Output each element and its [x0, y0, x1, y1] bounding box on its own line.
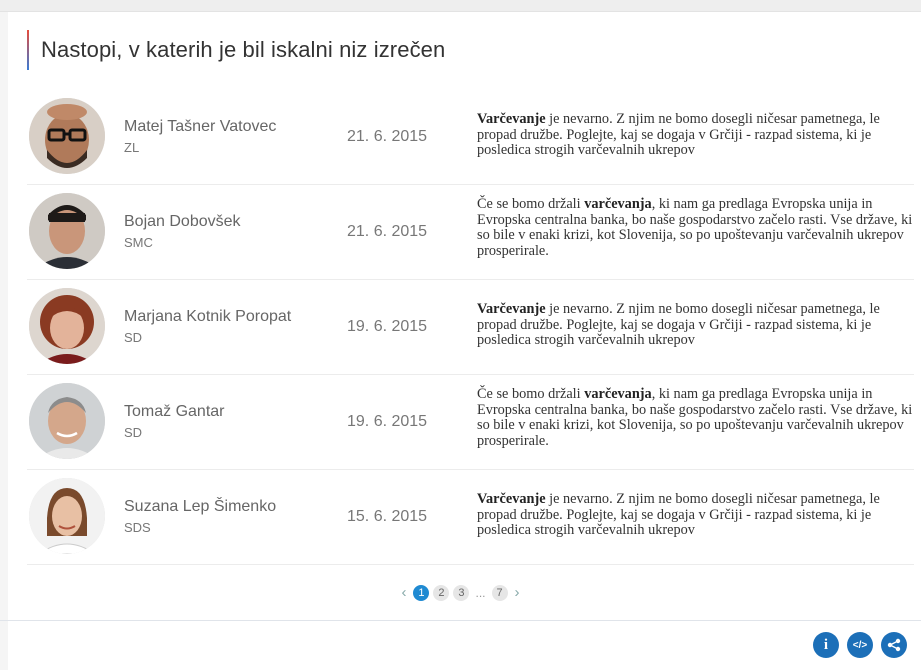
speech-list: Matej Tašner Vatovec ZL 21. 6. 2015 Varč…	[27, 90, 914, 565]
avatar[interactable]	[29, 98, 105, 174]
excerpt-pre: Če se bomo držali	[477, 386, 585, 402]
page-ellipsis: ...	[475, 585, 486, 600]
speech-date: 19. 6. 2015	[347, 318, 428, 335]
excerpt-highlight: varčevanja	[584, 196, 652, 212]
card-header: Nastopi, v katerih je bil iskalni niz iz…	[27, 30, 445, 70]
speaker-name[interactable]: Suzana Lep Šimenko	[124, 498, 276, 516]
speaker-name[interactable]: Matej Tašner Vatovec	[124, 118, 276, 136]
excerpt-highlight: Varčevanje	[477, 301, 546, 317]
avatar-photo	[29, 288, 105, 364]
speech-excerpt[interactable]: Varčevanje je nevarno. Z njim ne bomo do…	[477, 111, 914, 159]
avatar[interactable]	[29, 288, 105, 364]
card-title: Nastopi, v katerih je bil iskalni niz iz…	[41, 37, 446, 62]
speech-row[interactable]: Marjana Kotnik Poropat SD 19. 6. 2015 Va…	[27, 280, 914, 375]
excerpt-highlight: Varčevanje	[477, 491, 546, 507]
avatar-photo	[29, 193, 105, 269]
avatar[interactable]	[29, 193, 105, 269]
speaker-party: SMC	[124, 235, 153, 250]
excerpt-pre: Če se bomo držali	[477, 196, 585, 212]
speech-excerpt[interactable]: Varčevanje je nevarno. Z njim ne bomo do…	[477, 301, 914, 349]
embed-code-icon: </>	[852, 639, 868, 651]
prev-page-chevron-icon[interactable]: ‹	[398, 584, 409, 601]
page-button-3[interactable]: 3	[453, 584, 470, 601]
speech-row[interactable]: Suzana Lep Šimenko SDS 15. 6. 2015 Varče…	[27, 470, 914, 565]
speech-date: 15. 6. 2015	[347, 508, 428, 525]
speech-excerpt[interactable]: Če se bomo držali varčevanja, ki nam ga …	[477, 196, 914, 259]
avatar-photo	[29, 98, 105, 174]
pagination: ‹ 1 2 3 ... 7 ›	[0, 584, 921, 601]
footer-divider	[0, 620, 921, 621]
speaker-party: ZL	[124, 140, 140, 155]
embed-button[interactable]: </>	[847, 632, 873, 658]
avatar[interactable]	[29, 478, 105, 554]
card-actions: i </>	[813, 632, 907, 658]
speaker-party: SDS	[124, 520, 151, 535]
avatar-photo	[29, 383, 105, 459]
speech-date: 21. 6. 2015	[347, 128, 428, 145]
speaker-name[interactable]: Tomaž Gantar	[124, 403, 224, 421]
top-bar	[0, 0, 921, 12]
info-icon: i	[823, 636, 829, 653]
speech-row[interactable]: Matej Tašner Vatovec ZL 21. 6. 2015 Varč…	[27, 90, 914, 185]
speaker-name[interactable]: Marjana Kotnik Poropat	[124, 308, 291, 326]
speech-excerpt[interactable]: Varčevanje je nevarno. Z njim ne bomo do…	[477, 491, 914, 539]
excerpt-highlight: varčevanja	[584, 386, 652, 402]
speech-excerpt[interactable]: Če se bomo držali varčevanja, ki nam ga …	[477, 386, 914, 449]
next-page-chevron-icon[interactable]: ›	[512, 584, 523, 601]
speaker-name[interactable]: Bojan Dobovšek	[124, 213, 241, 231]
speech-row[interactable]: Tomaž Gantar SD 19. 6. 2015 Če se bomo d…	[27, 375, 914, 470]
info-button[interactable]: i	[813, 632, 839, 658]
left-edge	[0, 12, 8, 670]
share-icon	[887, 638, 901, 652]
avatar[interactable]	[29, 383, 105, 459]
speech-date: 19. 6. 2015	[347, 413, 428, 430]
speaker-party: SD	[124, 425, 143, 440]
excerpt-highlight: Varčevanje	[477, 111, 546, 127]
title-accent-bar	[27, 30, 29, 70]
speaker-party: SD	[124, 330, 143, 345]
avatar-photo	[29, 478, 105, 554]
share-button[interactable]	[881, 632, 907, 658]
page-button-1[interactable]: 1	[413, 584, 430, 601]
page-button-2[interactable]: 2	[433, 584, 450, 601]
speech-row[interactable]: Bojan Dobovšek SMC 21. 6. 2015 Če se bom…	[27, 185, 914, 280]
page-button-last[interactable]: 7	[491, 584, 508, 601]
speech-date: 21. 6. 2015	[347, 223, 428, 240]
